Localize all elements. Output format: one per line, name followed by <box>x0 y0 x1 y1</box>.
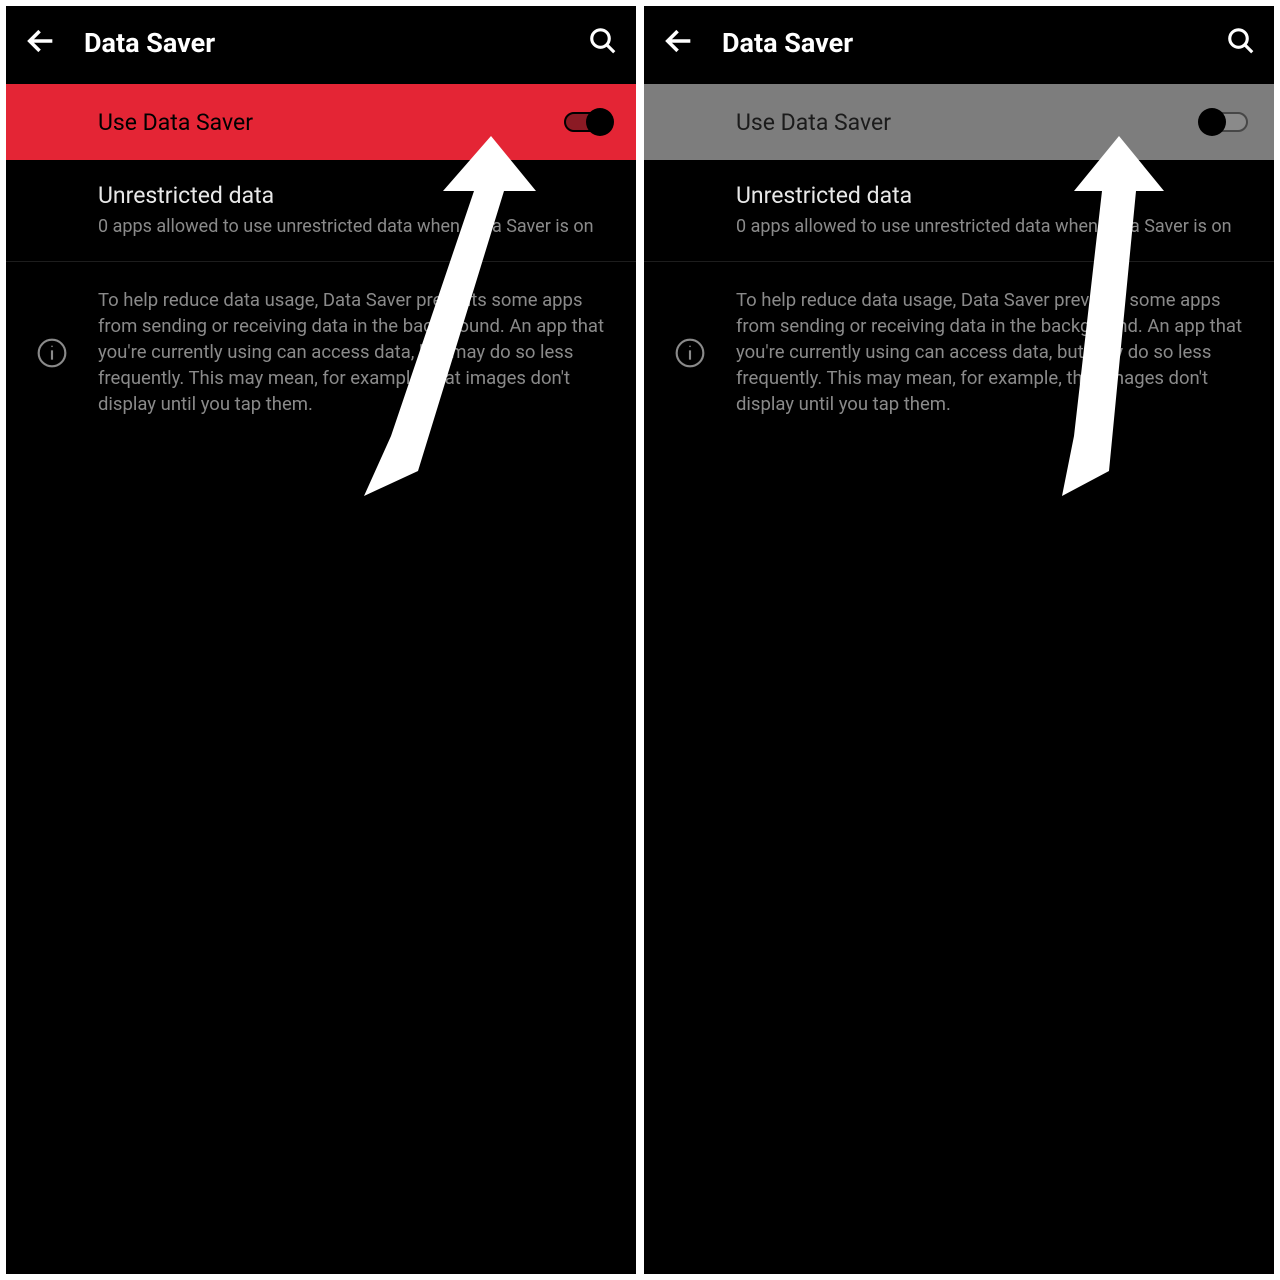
info-text: To help reduce data usage, Data Saver pr… <box>98 288 610 417</box>
use-data-saver-label: Use Data Saver <box>736 109 891 136</box>
unrestricted-data-title: Unrestricted data <box>98 182 610 209</box>
use-data-saver-toggle[interactable] <box>1202 112 1248 132</box>
info-row: To help reduce data usage, Data Saver pr… <box>644 262 1274 443</box>
search-icon[interactable] <box>1226 26 1256 60</box>
info-icon <box>674 337 706 369</box>
app-header: Data Saver <box>6 6 636 84</box>
use-data-saver-label: Use Data Saver <box>98 109 253 136</box>
use-data-saver-row[interactable]: Use Data Saver <box>644 84 1274 160</box>
unrestricted-data-item[interactable]: Unrestricted data 0 apps allowed to use … <box>644 160 1274 262</box>
info-icon <box>36 337 68 369</box>
screen-left: Data Saver Use Data Saver Unrestricted d… <box>6 6 636 1274</box>
info-text: To help reduce data usage, Data Saver pr… <box>736 288 1248 417</box>
info-row: To help reduce data usage, Data Saver pr… <box>6 262 636 443</box>
screen-right: Data Saver Use Data Saver Unrestricted d… <box>644 6 1274 1274</box>
unrestricted-data-subtitle: 0 apps allowed to use unrestricted data … <box>98 215 610 239</box>
unrestricted-data-subtitle: 0 apps allowed to use unrestricted data … <box>736 215 1248 239</box>
use-data-saver-row[interactable]: Use Data Saver <box>6 84 636 160</box>
page-title: Data Saver <box>722 27 853 59</box>
unrestricted-data-title: Unrestricted data <box>736 182 1248 209</box>
use-data-saver-toggle[interactable] <box>564 112 610 132</box>
search-icon[interactable] <box>588 26 618 60</box>
back-arrow-icon[interactable] <box>24 24 58 62</box>
back-arrow-icon[interactable] <box>662 24 696 62</box>
app-header: Data Saver <box>644 6 1274 84</box>
unrestricted-data-item[interactable]: Unrestricted data 0 apps allowed to use … <box>6 160 636 262</box>
page-title: Data Saver <box>84 27 215 59</box>
